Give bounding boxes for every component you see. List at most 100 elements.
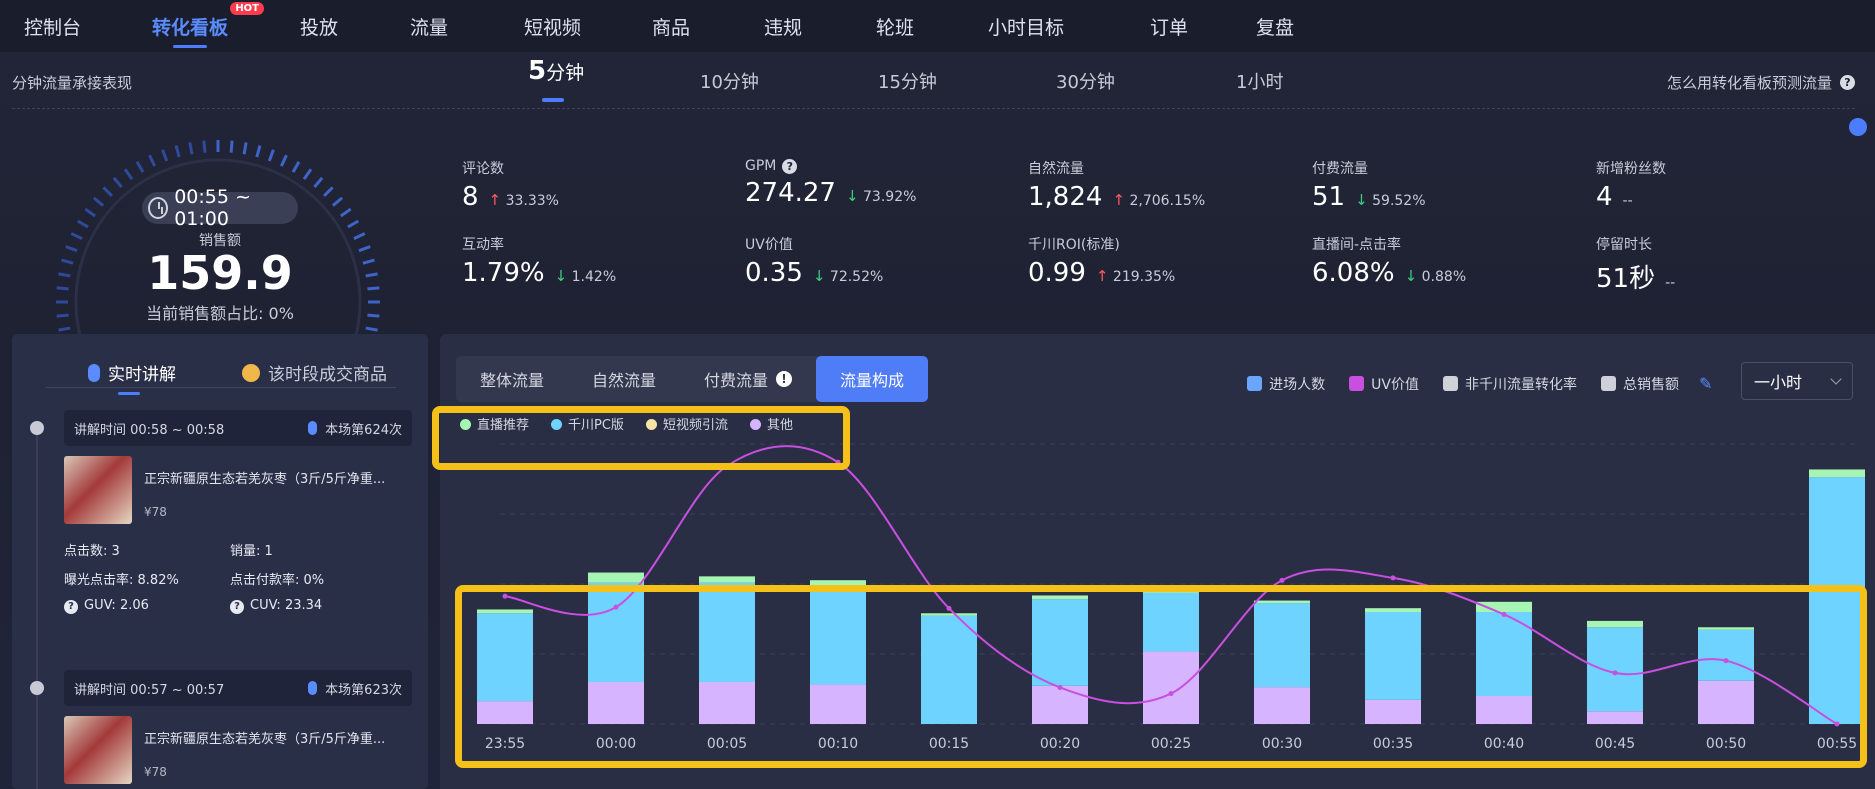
stat-ctr: 曝光点击率: 8.82% xyxy=(64,573,179,588)
gauge-tick xyxy=(84,207,96,218)
question-icon[interactable]: ? xyxy=(64,599,78,614)
nav-item-label: 复盘 xyxy=(1256,16,1295,39)
tab-live-label: 实时讲解 xyxy=(108,365,176,385)
nav-active-underline xyxy=(173,45,207,48)
nav-item-4[interactable]: 短视频 xyxy=(524,0,581,52)
tab-period-products[interactable]: 该时段成交商品 xyxy=(242,360,387,385)
metric-value: 0.99 xyxy=(1028,258,1086,288)
product-name: 正宗新疆原生态若羌灰枣（3斤/5斤净重... xyxy=(144,732,386,747)
nav-item-label: 商品 xyxy=(652,16,691,39)
nav-item-label: 流量 xyxy=(410,16,449,39)
product-row[interactable]: 正宗新疆原生态若羌灰枣（3斤/5斤净重... ¥78 xyxy=(64,716,412,784)
metric-label: 千川ROI(标准) xyxy=(1028,237,1120,253)
gauge-tick xyxy=(102,186,113,197)
nav-item-7[interactable]: 轮班 xyxy=(876,0,914,52)
metric-change: ↓ 1.42% xyxy=(554,267,617,285)
nav-item-label: 控制台 xyxy=(24,16,82,39)
nav-item-label: 投放 xyxy=(300,16,339,39)
arrow-up-icon: ↑ xyxy=(488,191,502,209)
gauge-tick xyxy=(56,313,69,318)
nav-item-2[interactable]: 投放 xyxy=(300,0,338,52)
metric-value: 51秒 xyxy=(1596,264,1656,294)
metric-label: 直播间-点击率 xyxy=(1312,237,1402,253)
gauge-tick xyxy=(58,272,71,278)
interval-10min[interactable]: 10分钟 xyxy=(700,68,759,94)
product-price: ¥78 xyxy=(144,505,167,519)
metric-change: ↓ 72.52% xyxy=(812,267,884,285)
gauge-tick xyxy=(188,142,194,155)
stat-pay-rate: 点击付款率: 0% xyxy=(230,573,325,588)
gauge-tick xyxy=(280,154,288,167)
gauge-tick xyxy=(161,149,169,162)
metric-value: 0.35 xyxy=(745,258,803,288)
sales-share: 当前销售额占比: 0% xyxy=(146,304,294,323)
interval-30min[interactable]: 30分钟 xyxy=(1056,68,1115,94)
explanation-card[interactable]: 讲解时间 00:57 ~ 00:57 本场第623次 正宗新疆原生态若羌灰枣（3… xyxy=(64,670,412,784)
metric-label: 新增粉丝数 xyxy=(1596,161,1666,177)
gauge-tick xyxy=(76,219,89,229)
nav-item-label: 小时目标 xyxy=(988,16,1065,39)
metric-change: ↑ 33.33% xyxy=(488,191,559,209)
interval-5min[interactable]: 5分钟 xyxy=(528,56,584,102)
nav-item-5[interactable]: 商品 xyxy=(652,0,690,52)
tab-live-explanation[interactable]: 实时讲解 xyxy=(88,360,176,395)
nav-item-8[interactable]: 小时目标 xyxy=(988,0,1064,52)
arrow-down-icon: ↓ xyxy=(812,267,826,285)
time-range-pill: 00:55 ~ 01:00 xyxy=(142,186,298,230)
bar-segment xyxy=(699,576,755,583)
gear-icon[interactable] xyxy=(1849,118,1867,136)
arrow-down-icon: ↓ xyxy=(1355,191,1368,209)
metric-label: UV价值 xyxy=(745,237,793,253)
stat-sales: 销量: 1 xyxy=(230,544,273,559)
metric-card: 付费流量 51 ↓ 59.52% xyxy=(1312,158,1562,212)
gauge-tick xyxy=(291,160,301,173)
metric-label: 自然流量 xyxy=(1028,161,1084,177)
nav-item-6[interactable]: 违规 xyxy=(764,0,802,52)
highlight-box-chart xyxy=(455,585,1867,768)
metric-card: 互动率 1.79% ↓ 1.42% xyxy=(462,234,712,288)
uv-value-point xyxy=(1390,575,1396,581)
stat-guv: ? GUV: 2.06 xyxy=(64,598,230,614)
gauge-tick xyxy=(347,219,360,229)
timeline-dot xyxy=(30,421,44,435)
gauge-tick xyxy=(65,245,78,253)
nav-item-1[interactable]: 转化看板 HOT xyxy=(152,0,265,52)
interval-15min[interactable]: 15分钟 xyxy=(878,68,937,94)
metric-change: ↓ 73.92% xyxy=(845,187,917,205)
interval-1hour[interactable]: 1小时 xyxy=(1236,68,1283,94)
explanation-panel: 实时讲解 该时段成交商品 讲解时间 00:58 ~ 00:58 本场第624次 … xyxy=(12,334,428,789)
nav-item-9[interactable]: 订单 xyxy=(1150,0,1188,52)
explanation-count: 本场第623次 xyxy=(325,682,402,698)
time-range-text: 00:55 ~ 01:00 xyxy=(174,186,251,230)
tab-products-label: 该时段成交商品 xyxy=(268,365,387,385)
product-name: 正宗新疆原生态若羌灰枣（3斤/5斤净重... xyxy=(144,472,386,487)
metric-change: ↑ 219.35% xyxy=(1095,267,1176,285)
nav-item-label: 轮班 xyxy=(876,16,915,39)
explanation-card[interactable]: 讲解时间 00:58 ~ 00:58 本场第624次 正宗新疆原生态若羌灰枣（3… xyxy=(64,410,412,614)
card-header: 讲解时间 00:58 ~ 00:58 本场第624次 xyxy=(64,410,412,446)
nav-item-label: 短视频 xyxy=(524,16,582,39)
nav-item-3[interactable]: 流量 xyxy=(410,0,448,52)
gauge-tick xyxy=(267,149,275,162)
uv-value-point xyxy=(1279,577,1285,583)
metric-label: GPM? xyxy=(745,158,995,174)
metric-value: 8 xyxy=(462,182,479,212)
gauge-tick xyxy=(367,286,380,291)
section-subtitle: 分钟流量承接表现 xyxy=(12,74,133,92)
nav-item-0[interactable]: 控制台 xyxy=(24,0,81,52)
metric-change: ↓ 0.88% xyxy=(1404,267,1467,285)
stat-clicks: 点击数: 3 xyxy=(64,544,120,559)
question-icon[interactable]: ? xyxy=(782,158,798,174)
nav-item-10[interactable]: 复盘 xyxy=(1256,0,1294,52)
question-icon[interactable]: ? xyxy=(230,599,244,614)
metric-card: 自然流量 1,824 ↑ 2,706.15% xyxy=(1028,158,1278,212)
explanation-time: 讲解时间 00:58 ~ 00:58 xyxy=(74,422,225,438)
product-row[interactable]: 正宗新疆原生态若羌灰枣（3斤/5斤净重... ¥78 xyxy=(64,456,412,524)
explanation-tabs: 实时讲解 该时段成交商品 xyxy=(46,348,396,395)
gauge-tick xyxy=(174,145,181,158)
arrow-up-icon: ↑ xyxy=(1112,191,1126,209)
arrow-up-icon: ↑ xyxy=(1095,267,1109,285)
hot-badge: HOT xyxy=(230,2,265,15)
gauge-tick xyxy=(61,258,74,265)
help-link[interactable]: 怎么用转化看板预测流量 ? xyxy=(1667,72,1855,93)
